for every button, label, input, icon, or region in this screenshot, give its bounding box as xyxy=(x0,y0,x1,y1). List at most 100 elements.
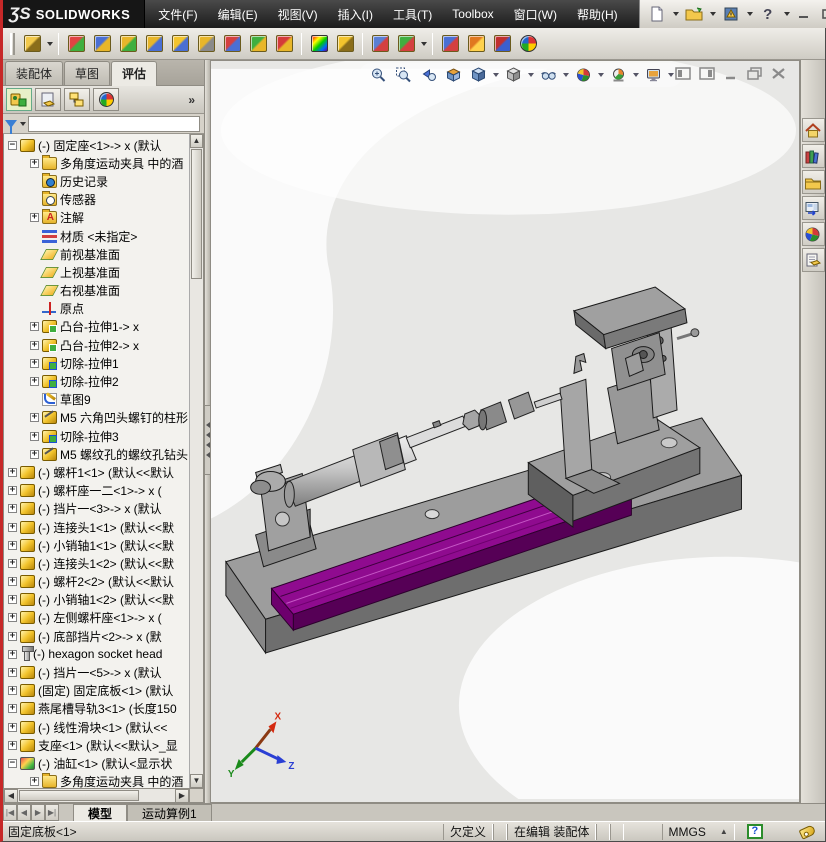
hole-alignment-icon[interactable] xyxy=(116,32,140,56)
expand-box[interactable]: + xyxy=(30,777,39,787)
sheet-nav-button-2[interactable]: ◀ xyxy=(17,804,31,821)
tree-item[interactable]: + (-) 线性滑块<1> (默认<< xyxy=(4,718,189,736)
reference-document-dropdown[interactable] xyxy=(746,12,753,16)
scroll-up-button[interactable]: ▲ xyxy=(190,134,203,148)
toolbar-grip[interactable] xyxy=(10,32,15,55)
expand-box[interactable]: + xyxy=(8,613,17,623)
mates-dropdown[interactable] xyxy=(47,41,53,46)
tree-item[interactable]: + 切除-拉伸2 xyxy=(4,372,189,390)
vertical-scroll-thumb[interactable] xyxy=(191,149,202,279)
hide-show-items-dropdown[interactable] xyxy=(563,73,569,77)
reference-document-icon[interactable] xyxy=(720,4,742,24)
zoom-to-area-icon[interactable] xyxy=(392,65,414,86)
tree-item[interactable]: − (-) 固定座<1>-> x (默认 xyxy=(4,136,189,154)
tree-item[interactable]: + (-) hexagon socket head xyxy=(4,645,189,663)
tree-item[interactable]: + (-) 左侧螺杆座<1>-> x ( xyxy=(4,609,189,627)
open-document-icon[interactable] xyxy=(683,4,705,24)
close-child-button[interactable] xyxy=(770,66,787,81)
tree-item[interactable]: 前视基准面 xyxy=(4,245,189,263)
restore-child-button[interactable] xyxy=(746,66,763,81)
expand-box[interactable]: + xyxy=(8,649,17,659)
dimxpert-icon[interactable] xyxy=(490,32,514,56)
new-document-icon[interactable] xyxy=(646,4,668,24)
expand-box[interactable]: + xyxy=(30,340,39,350)
tree-item[interactable]: + M5 六角凹头螺钉的柱形 xyxy=(4,409,189,427)
check-dropdown[interactable] xyxy=(421,41,427,46)
apply-scene-dropdown[interactable] xyxy=(633,73,639,77)
sustainability-icon[interactable] xyxy=(246,32,270,56)
tree-item[interactable]: + (-) 连接头1<1> (默认<<默 xyxy=(4,518,189,536)
display-style-icon[interactable] xyxy=(502,65,524,86)
assemblyxpert-icon[interactable] xyxy=(272,32,296,56)
tree-vertical-scrollbar[interactable]: ▲ ▼ xyxy=(189,134,203,788)
collapse-box[interactable]: − xyxy=(8,140,17,150)
expand-box[interactable]: + xyxy=(8,467,17,477)
tree-item[interactable]: + (-) 小销轴1<1> (默认<<默 xyxy=(4,536,189,554)
tab-模型[interactable]: 模型 xyxy=(73,804,128,821)
tree-item[interactable]: + 多角度运动夹具 中的酒 xyxy=(4,154,189,172)
expand-box[interactable]: + xyxy=(30,377,39,387)
tab-装配体[interactable]: 装配体 xyxy=(5,61,64,85)
menu-item-6[interactable]: Toolbox xyxy=(443,4,502,24)
minimize-child-button[interactable] xyxy=(722,66,739,81)
zoom-to-fit-icon[interactable] xyxy=(367,65,389,86)
expand-box[interactable]: + xyxy=(8,504,17,514)
configuration-manager-icon[interactable] xyxy=(64,88,90,111)
help-dropdown[interactable] xyxy=(783,12,790,16)
tree-item[interactable]: + (-) 螺杆座一二<1>-> x ( xyxy=(4,482,189,500)
format-painter-icon[interactable] xyxy=(438,32,462,56)
expand-box[interactable]: + xyxy=(30,413,39,423)
tree-item[interactable]: + M5 螺纹孔的螺纹孔钻头 xyxy=(4,445,189,463)
horizontal-scroll-thumb[interactable] xyxy=(19,790,139,801)
tree-item[interactable]: + (-) 螺杆2<2> (默认<<默认 xyxy=(4,573,189,591)
design-library-icon[interactable] xyxy=(801,144,825,168)
mates-icon[interactable] xyxy=(20,32,44,56)
panel-overflow-chevron[interactable]: » xyxy=(188,93,201,107)
apply-scene-icon[interactable] xyxy=(607,65,629,86)
scroll-left-button[interactable]: ◀ xyxy=(4,789,18,803)
maximize-button[interactable] xyxy=(818,5,826,23)
graphics-viewport[interactable]: X Y Z xyxy=(210,60,800,803)
tree-item[interactable]: + (-) 挡片一<3>-> x (默认 xyxy=(4,500,189,518)
performance-evaluation-icon[interactable] xyxy=(220,32,244,56)
tree-item[interactable]: + 燕尾槽导轨3<1> (长度150 xyxy=(4,700,189,718)
tree-item[interactable]: 材质 <未指定> xyxy=(4,227,189,245)
tree-item[interactable]: + 切除-拉伸3 xyxy=(4,427,189,445)
menu-item-1[interactable]: 文件(F) xyxy=(149,3,206,26)
viewport-canvas[interactable]: X Y Z xyxy=(211,61,799,799)
tree-item[interactable]: + 切除-拉伸1 xyxy=(4,354,189,372)
expand-box[interactable]: + xyxy=(8,522,17,532)
expand-box[interactable]: + xyxy=(8,722,17,732)
new-document-dropdown[interactable] xyxy=(672,12,679,16)
view-palette-icon[interactable] xyxy=(801,196,825,220)
symmetry-check-icon[interactable] xyxy=(464,32,488,56)
menu-item-3[interactable]: 视图(V) xyxy=(269,3,327,26)
previous-view-icon[interactable] xyxy=(417,65,439,86)
check-icon[interactable] xyxy=(394,32,418,56)
menu-item-2[interactable]: 编辑(E) xyxy=(209,3,267,26)
expand-box[interactable]: + xyxy=(8,577,17,587)
sheet-nav-button-3[interactable]: ▶ xyxy=(31,804,45,821)
expand-box[interactable]: + xyxy=(30,158,39,168)
tree-item[interactable]: + 多角度运动夹具 中的酒 xyxy=(4,773,189,788)
open-document-dropdown[interactable] xyxy=(709,12,716,16)
curvature-icon[interactable] xyxy=(307,32,331,56)
tree-item[interactable]: 右视基准面 xyxy=(4,282,189,300)
custom-properties-icon[interactable] xyxy=(801,248,825,272)
tree-item[interactable]: − (-) 油缸<1> (默认<显示状 xyxy=(4,754,189,772)
view-orientation-dropdown[interactable] xyxy=(493,73,499,77)
menu-item-4[interactable]: 插入(I) xyxy=(329,3,382,26)
dock-right-button[interactable] xyxy=(698,66,715,81)
mass-properties-icon[interactable] xyxy=(168,32,192,56)
display-style-dropdown[interactable] xyxy=(528,73,534,77)
scroll-down-button[interactable]: ▼ xyxy=(190,774,203,788)
tree-item[interactable]: 历史记录 xyxy=(4,172,189,190)
tree-item[interactable]: + (-) 小销轴1<2> (默认<<默 xyxy=(4,591,189,609)
tree-item[interactable]: + 支座<1> (默认<<默认>_显 xyxy=(4,736,189,754)
tree-horizontal-scrollbar[interactable]: ◀ ▶ xyxy=(3,789,204,803)
tree-item[interactable]: + (-) 挡片一<5>-> x (默认 xyxy=(4,663,189,681)
hide-show-items-icon[interactable] xyxy=(537,65,559,86)
expand-box[interactable]: + xyxy=(8,686,17,696)
expand-box[interactable]: + xyxy=(8,704,17,714)
tree-item[interactable]: 上视基准面 xyxy=(4,263,189,281)
